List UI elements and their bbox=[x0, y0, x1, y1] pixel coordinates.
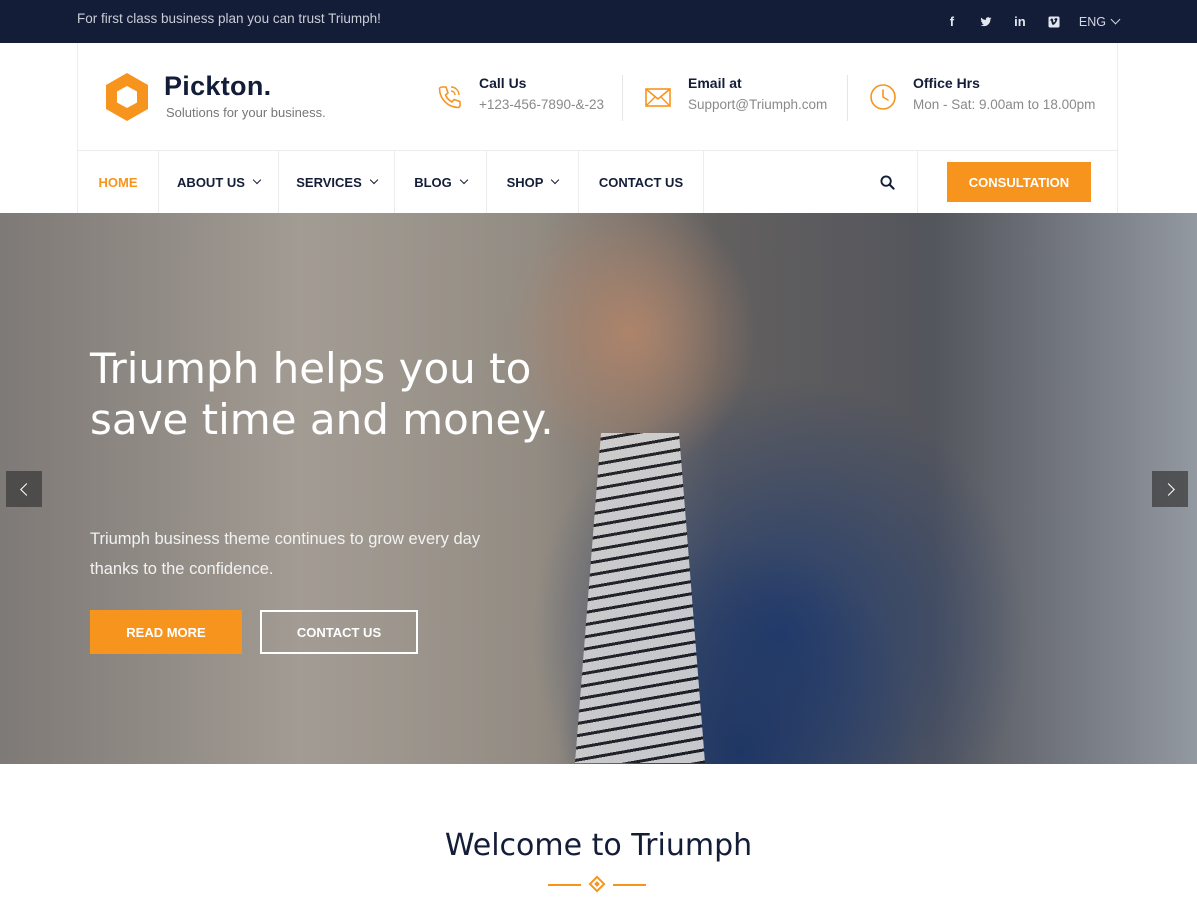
language-selector[interactable]: ENG bbox=[1078, 14, 1121, 29]
chevron-down-icon bbox=[369, 175, 378, 185]
chevron-down-icon bbox=[252, 175, 262, 185]
twitter-icon[interactable] bbox=[969, 0, 1003, 43]
nav-item-services[interactable]: SERVICES bbox=[279, 151, 395, 213]
chevron-down-icon bbox=[1110, 14, 1121, 25]
brand-slogan: Solutions for your business. bbox=[166, 105, 326, 120]
chevron-right-icon bbox=[1161, 482, 1175, 496]
read-more-button[interactable]: READ MORE bbox=[90, 610, 242, 654]
call-value[interactable]: +123-456-7890-&-23 bbox=[479, 97, 604, 112]
chevron-left-icon bbox=[19, 482, 33, 496]
nav-item-label: ABOUT US bbox=[177, 174, 245, 190]
hero-headline: Triumph helps you to save time and money… bbox=[90, 344, 554, 444]
clock-icon bbox=[870, 84, 896, 110]
phone-icon bbox=[438, 86, 461, 109]
nav-item-label: SERVICES bbox=[296, 174, 362, 190]
slider-next-button[interactable] bbox=[1152, 471, 1188, 507]
nav-item-blog[interactable]: BLOG bbox=[395, 151, 487, 213]
header-divider bbox=[847, 75, 848, 121]
section-divider bbox=[548, 875, 646, 893]
contact-office-hours: Office Hrs Mon - Sat: 9.00am to 18.00pm bbox=[869, 75, 1095, 121]
call-label: Call Us bbox=[479, 75, 527, 91]
main-nav: HOME ABOUT US SERVICES BLOG SHOP CONTACT… bbox=[78, 150, 1117, 213]
nav-item-shop[interactable]: SHOP bbox=[487, 151, 579, 213]
office-hours-value: Mon - Sat: 9.00am to 18.00pm bbox=[913, 97, 1096, 112]
diamond-icon bbox=[588, 875, 606, 893]
linkedin-icon[interactable]: in bbox=[1003, 0, 1037, 43]
nav-item-about-us[interactable]: ABOUT US bbox=[159, 151, 279, 213]
chevron-down-icon bbox=[551, 175, 560, 185]
site-header: Pickton. Solutions for your business. Ca… bbox=[77, 43, 1118, 213]
contact-us-button[interactable]: CONTACT US bbox=[260, 610, 418, 654]
search-button[interactable] bbox=[858, 151, 918, 213]
welcome-title: Welcome to Triumph bbox=[444, 828, 753, 863]
nav-item-contact-us[interactable]: CONTACT US bbox=[579, 151, 704, 213]
vimeo-icon[interactable] bbox=[1037, 0, 1071, 43]
nav-item-label: HOME bbox=[98, 174, 138, 190]
contact-email: Email at Support@Triumph.com bbox=[644, 75, 827, 121]
office-hours-label: Office Hrs bbox=[913, 75, 980, 91]
nav-item-label: BLOG bbox=[414, 174, 452, 190]
hexagon-logo-icon bbox=[106, 73, 148, 121]
top-bar: For first class business plan you can tr… bbox=[0, 0, 1197, 43]
divider-line bbox=[613, 884, 646, 886]
divider-line bbox=[548, 884, 581, 886]
nav-item-label: CONTACT US bbox=[598, 174, 684, 190]
hero-slider: Triumph helps you to save time and money… bbox=[0, 213, 1197, 764]
envelope-icon bbox=[645, 88, 671, 107]
facebook-icon[interactable]: f bbox=[935, 0, 969, 43]
brand-name: Pickton. bbox=[164, 71, 272, 101]
language-label: ENG bbox=[1078, 14, 1106, 29]
email-value[interactable]: Support@Triumph.com bbox=[688, 97, 827, 112]
nav-item-home[interactable]: HOME bbox=[78, 151, 159, 213]
header-divider bbox=[622, 75, 623, 121]
top-tagline: For first class business plan you can tr… bbox=[77, 11, 381, 26]
hero-overlay bbox=[0, 213, 1197, 764]
slider-prev-button[interactable] bbox=[6, 471, 42, 507]
nav-item-label: SHOP bbox=[506, 174, 544, 190]
email-label: Email at bbox=[688, 75, 742, 91]
contact-call: Call Us +123-456-7890-&-23 bbox=[435, 75, 604, 121]
consultation-button[interactable]: CONSULTATION bbox=[947, 162, 1091, 202]
brand-logo[interactable]: Pickton. Solutions for your business. bbox=[104, 71, 326, 123]
social-links: f in ENG bbox=[935, 0, 1121, 43]
chevron-down-icon bbox=[459, 175, 469, 185]
search-icon bbox=[880, 174, 895, 190]
hero-subtext: Triumph business theme continues to grow… bbox=[90, 530, 481, 578]
